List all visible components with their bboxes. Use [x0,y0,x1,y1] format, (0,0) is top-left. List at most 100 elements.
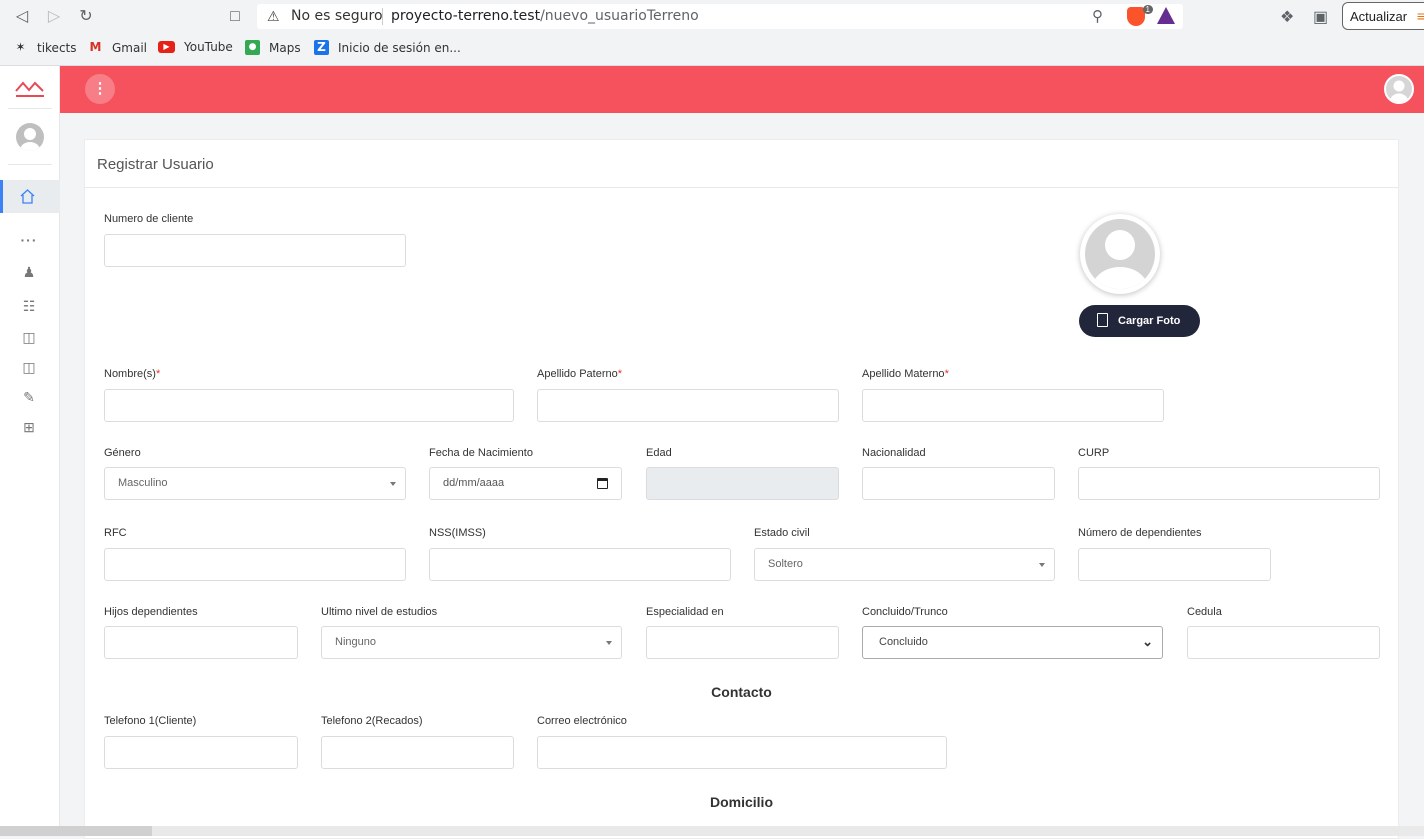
sidebar-divider [8,108,52,109]
cedula-input[interactable] [1187,626,1380,659]
especialidad-input[interactable] [646,626,839,659]
extensions-icon[interactable]: ❖ [1280,7,1294,27]
users-icon[interactable]: ♟ [19,264,39,280]
estado-civil-label: Estado civil [754,527,810,539]
nacionalidad-input[interactable] [862,467,1055,500]
star-icon: ✶ [15,40,26,54]
bookmark-item[interactable]: ● Maps [245,40,301,55]
sidebar-divider [8,164,52,165]
edad-input [646,467,839,500]
caret-down-icon [606,641,612,645]
bookmark-item[interactable]: M Gmail [88,40,148,55]
bookmark-label: Gmail [112,40,148,55]
caret-down-icon [390,482,396,486]
fecha-placeholder: dd/mm/aaaa [443,477,505,489]
caret-down-icon [1039,563,1045,567]
chevron-down-icon: ⌄ [1142,634,1153,649]
rfc-input[interactable] [104,548,406,581]
nombre-label-text: Nombre(s) [104,368,156,380]
gmail-icon: M [89,40,102,54]
bookmark-item[interactable]: Z Inicio de sesión en... [314,40,461,55]
estado-civil-select[interactable]: Soltero [754,548,1055,581]
bookmark-item[interactable]: ▶ YouTube [158,40,233,54]
dependientes-label: Número de dependientes [1078,527,1202,539]
url-text: proyecto-terreno.test/nuevo_usuarioTerre… [391,8,699,24]
curp-label: CURP [1078,447,1110,459]
book-icon[interactable]: ☷ [19,298,39,314]
nss-input[interactable] [429,548,731,581]
zoom-icon[interactable]: ⚲ [1092,7,1103,25]
kebab-menu-icon[interactable]: ⋮ [85,74,115,104]
status-strip-segment [0,826,152,836]
materno-input[interactable] [862,389,1164,422]
update-button[interactable]: Actualizar ≡ [1342,2,1424,30]
curp-input[interactable] [1078,467,1380,500]
genero-value: Masculino [118,477,168,489]
nss-label: NSS(IMSS) [429,527,486,539]
money-icon[interactable]: ◫ [19,329,39,345]
address-bar[interactable]: ⚠ No es seguro proyecto-terreno.test/nue… [257,4,1183,29]
genero-select[interactable]: Masculino [104,467,406,500]
required-mark: * [944,368,949,380]
required-mark: * [155,368,161,380]
correo-input[interactable] [537,736,947,769]
fecha-input[interactable]: dd/mm/aaaa [429,467,622,500]
paterno-label: Apellido Paterno* [537,368,622,380]
genero-label: Género [104,447,141,459]
money-icon[interactable]: ◫ [19,359,39,375]
dependientes-input[interactable] [1078,548,1271,581]
bookmark-label: YouTube [184,40,233,54]
calendar-icon[interactable] [597,478,608,489]
required-mark: * [617,368,623,380]
logo-icon[interactable] [15,80,45,98]
tel2-input[interactable] [321,736,514,769]
concluido-select[interactable]: Concluido ⌄ [862,626,1163,659]
photo-preview [1080,214,1160,294]
nombre-label: Nombre(s)* [104,368,160,380]
estado-civil-value: Soltero [768,558,803,570]
hijos-input[interactable] [104,626,298,659]
nombre-input[interactable] [104,389,514,422]
bookmark-item[interactable]: ✶ tikects [13,40,77,55]
tel1-input[interactable] [104,736,298,769]
client-number-input[interactable] [104,234,406,267]
sidebar-item-home[interactable] [0,180,60,213]
domicilio-heading: Domicilio [709,794,773,810]
contacto-heading: Contacto [711,684,772,700]
z-icon: Z [314,40,329,55]
more-icon[interactable]: ··· [19,232,39,248]
fecha-label: Fecha de Nacimiento [429,447,533,459]
edit-icon[interactable]: ✎ [19,389,39,405]
paterno-input[interactable] [537,389,839,422]
bookmark-label: tikects [37,40,77,55]
sidebar: ··· ♟ ☷ ◫ ◫ ✎ ⊞ [0,66,60,836]
forward-icon[interactable]: ▷ [43,6,65,28]
nacionalidad-label: Nacionalidad [862,447,926,459]
home-icon [20,189,35,204]
cedula-label: Cedula [1187,606,1222,618]
wallet-icon[interactable]: ▣ [1313,7,1328,27]
estudios-select[interactable]: Ninguno [321,626,622,659]
menu-icon[interactable]: ≡ [1417,8,1424,24]
user-placeholder-icon [1085,219,1155,289]
concluido-value: Concluido [879,636,928,648]
youtube-icon: ▶ [158,41,175,53]
warning-icon: ⚠ [267,8,280,24]
brave-rewards-icon[interactable] [1157,7,1175,24]
page-title: Registrar Usuario [85,140,1398,188]
avatar[interactable] [16,123,44,151]
reload-icon[interactable]: ↻ [75,6,97,28]
add-icon[interactable]: ⊞ [19,419,39,435]
bookmark-icon[interactable]: □ [224,6,246,28]
upload-photo-label: Cargar Foto [1118,315,1181,327]
upload-photo-button[interactable]: Cargar Foto [1079,305,1200,337]
edad-label: Edad [646,447,672,459]
brave-badge: 1 [1142,5,1153,14]
concluido-label: Concluido/Trunco [862,606,948,618]
top-bar: ⋮ [60,66,1424,113]
back-icon[interactable]: ◁ [11,6,33,28]
correo-label: Correo electrónico [537,715,627,727]
user-avatar[interactable] [1384,74,1414,104]
security-label: No es seguro [291,8,383,24]
browser-toolbar: ◁ ▷ ↻ □ ⚠ No es seguro proyecto-terreno.… [0,0,1424,33]
